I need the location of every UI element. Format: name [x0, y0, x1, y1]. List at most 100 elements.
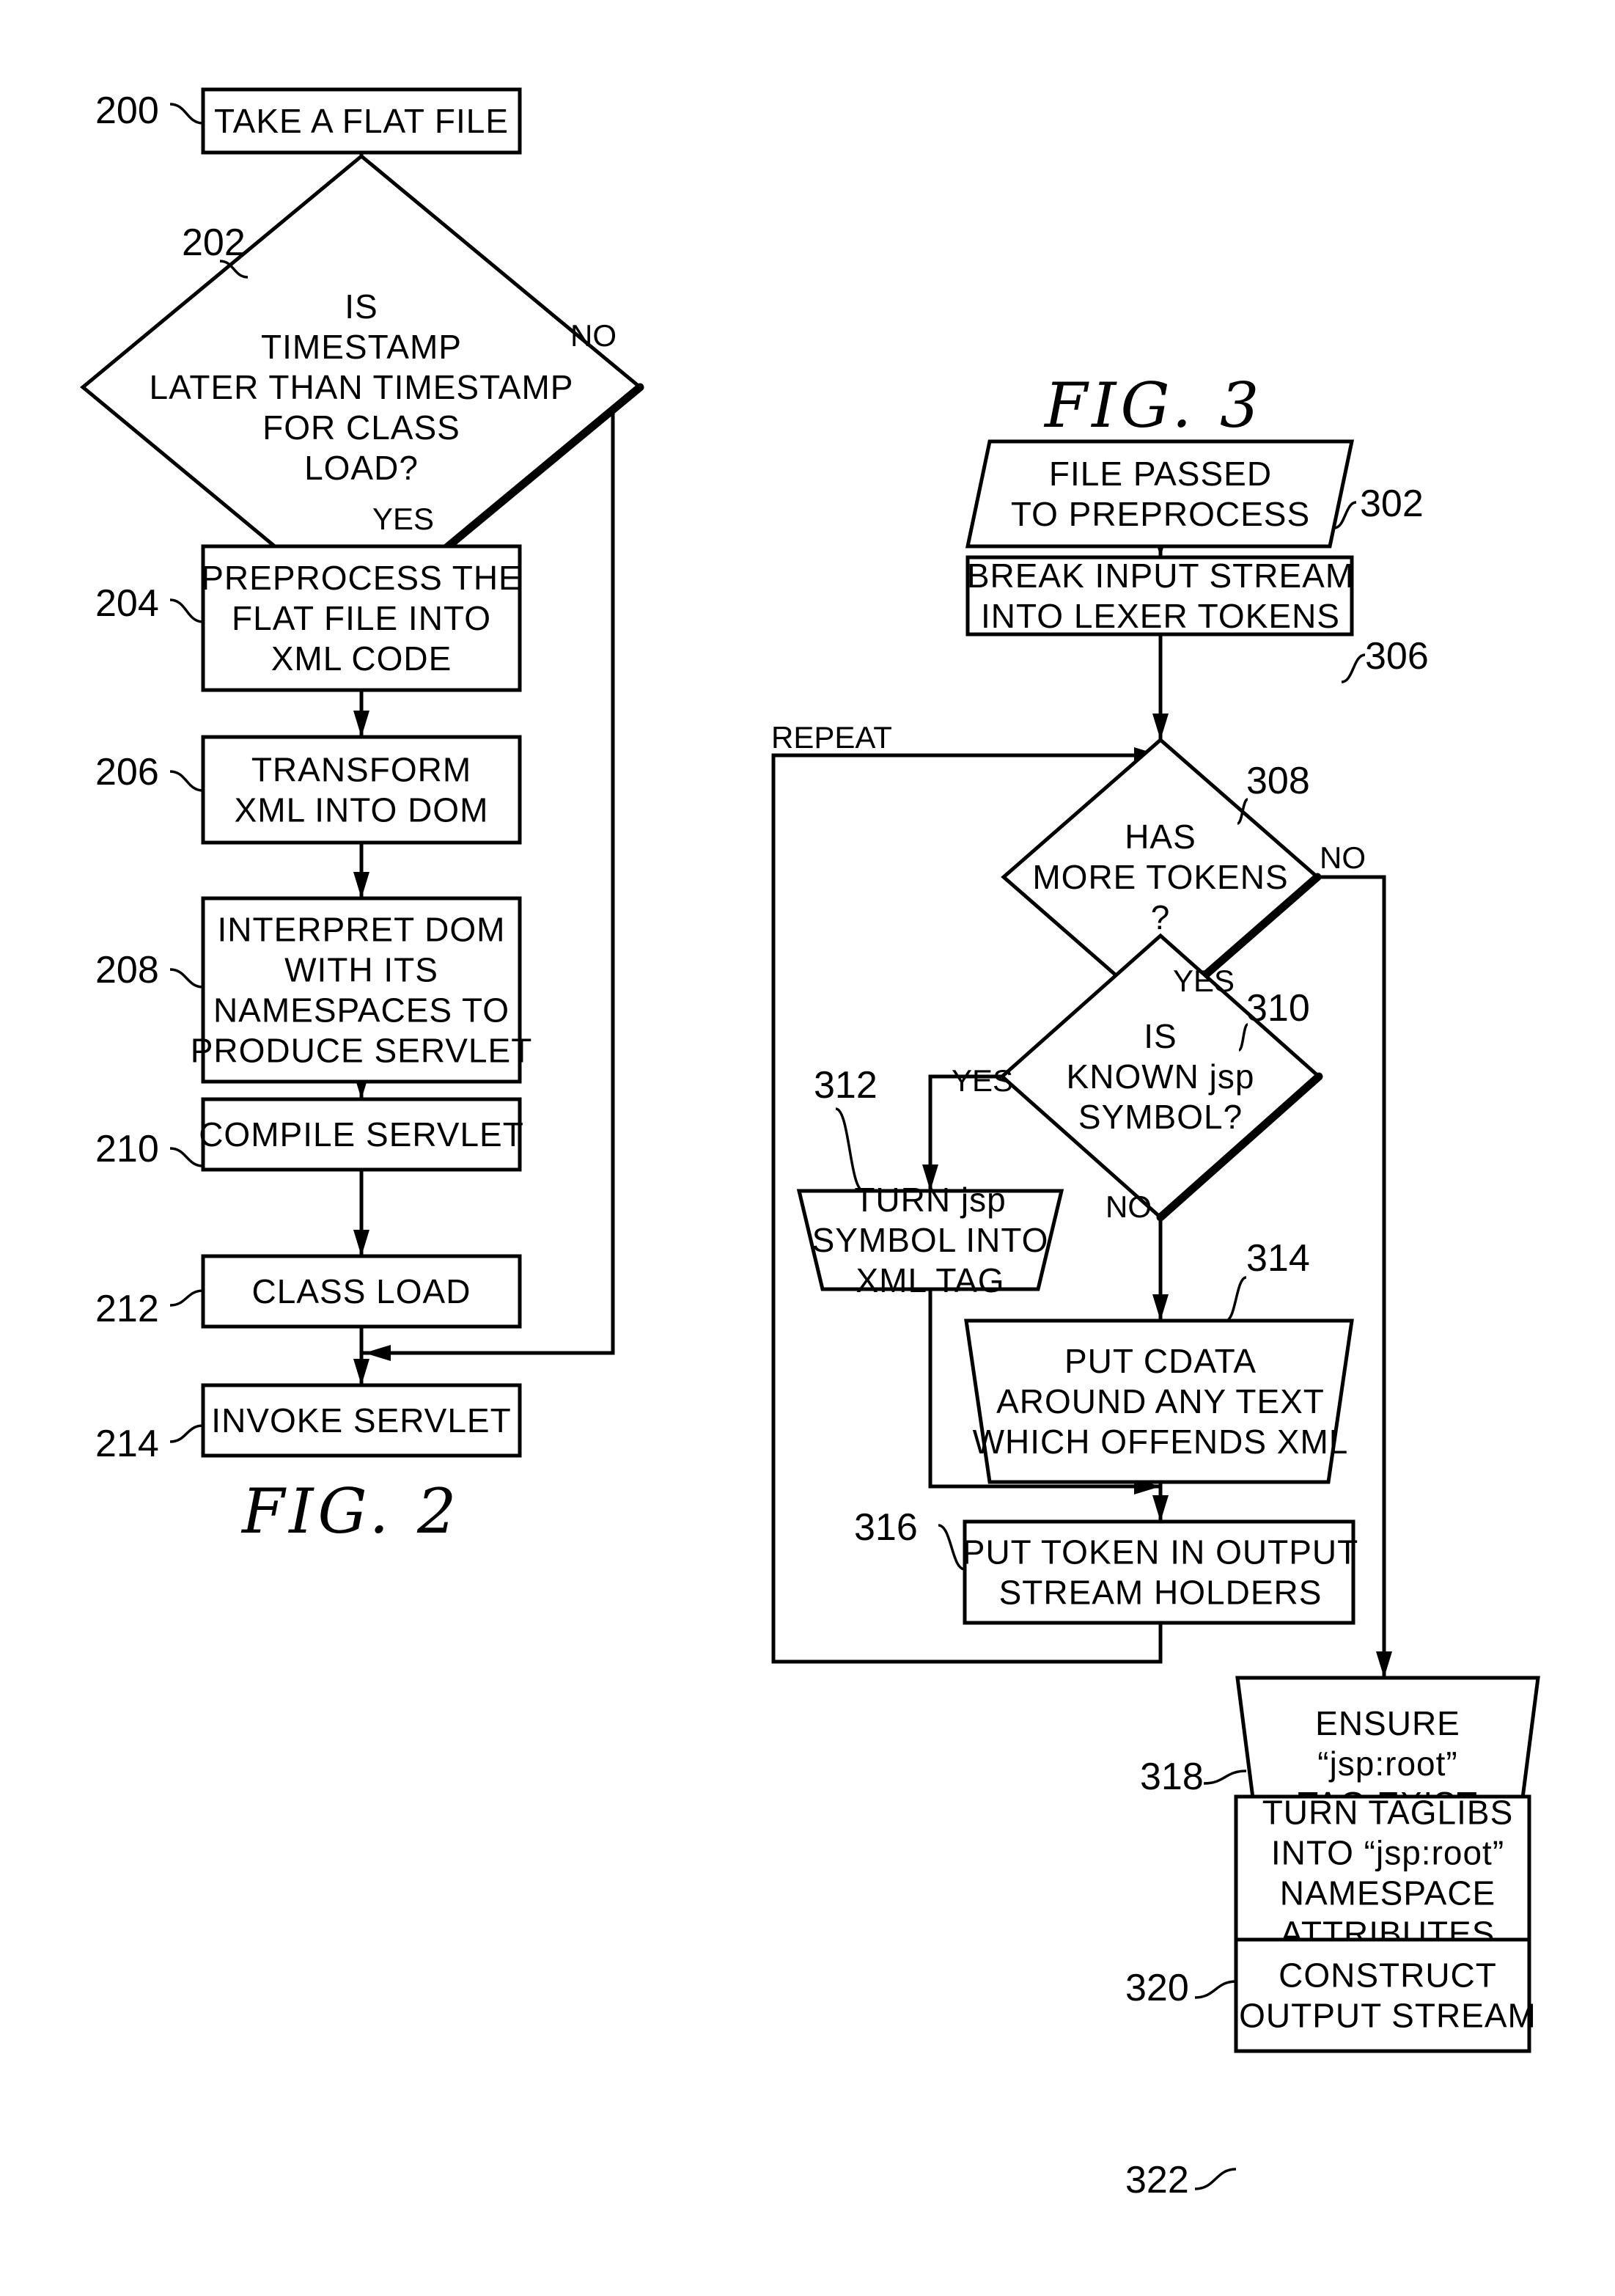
step-text-line: PRODUCE SERVLET: [191, 1032, 533, 1070]
figure-caption: FIG. 3: [1043, 370, 1263, 441]
step-text-line: ENSURE: [1315, 1704, 1460, 1742]
step-text-line: IS: [1144, 1017, 1177, 1055]
step-text-line: “jsp:root”: [1317, 1745, 1457, 1783]
reference-leader-line: [169, 1289, 204, 1307]
reference-leader-line: [169, 1424, 204, 1443]
reference-leader-line: [835, 1107, 864, 1192]
reference-numeral: 306: [1365, 635, 1429, 678]
step-text-line: AROUND ANY TEXT: [996, 1382, 1325, 1420]
step-text-line: INVOKE SERVLET: [211, 1401, 511, 1439]
no-label: NO: [1106, 1189, 1152, 1224]
step-text-line: HAS: [1125, 818, 1196, 856]
step-text-line: SYMBOL?: [1078, 1098, 1243, 1136]
step-text-line: TRANSFORM: [251, 751, 471, 789]
reference-leader-line: [1341, 653, 1366, 683]
step-text-line: STREAM HOLDERS: [999, 1574, 1322, 1612]
step-text-line: INTO LEXER TOKENS: [981, 597, 1340, 635]
reference-leader-line: [169, 968, 204, 989]
arrowhead-icon: [364, 1345, 391, 1361]
reference-numeral: 320: [1125, 1967, 1189, 2009]
step-text-line: XML CODE: [271, 639, 452, 678]
reference-leader-line: [1194, 1980, 1237, 1999]
reference-numeral: 308: [1246, 760, 1310, 802]
reference-numeral: 214: [95, 1423, 159, 1465]
step-text-line: XML TAG: [856, 1261, 1005, 1299]
reference-leader-line: [169, 770, 204, 792]
step-text-line: BREAK INPUT STREAM: [967, 557, 1354, 595]
arrowhead-icon: [353, 1230, 369, 1256]
reference-leader-line: [938, 1524, 965, 1571]
flowchart-step-214: INVOKE SERVLET 214: [95, 1383, 522, 1465]
yes-label: YES: [1173, 964, 1235, 998]
step-text-line: TAKE A FLAT FILE: [214, 102, 509, 140]
step-text-line: TURN TAGLIBS: [1262, 1794, 1514, 1832]
step-text-line: IS: [345, 287, 378, 326]
reference-numeral: 200: [95, 89, 159, 132]
step-text-line: OUTPUT STREAM: [1239, 1997, 1537, 2035]
reference-numeral: 316: [854, 1506, 918, 1549]
step-text-line: FOR CLASS: [262, 408, 460, 447]
reference-numeral: 210: [95, 1128, 159, 1170]
step-text-line: NAMESPACES TO: [213, 991, 509, 1030]
step-text-line: MORE TOKENS: [1032, 858, 1288, 896]
arrowhead-icon: [1152, 714, 1169, 740]
reference-numeral: 204: [95, 582, 159, 625]
flowchart-step-212: CLASS LOAD 212: [95, 1254, 522, 1330]
step-text-line: TO PREPROCESS: [1011, 495, 1310, 533]
step-text-line: INTO “jsp:root”: [1271, 1834, 1504, 1872]
step-text-line: SYMBOL INTO: [812, 1221, 1049, 1259]
reference-leader-line: [169, 598, 204, 623]
yes-label: YES: [372, 502, 434, 536]
step-text-line: COMPILE SERVLET: [199, 1115, 524, 1153]
step-text-line: WHICH OFFENDS XML: [973, 1423, 1349, 1461]
step-text-line: TURN jsp: [854, 1181, 1006, 1219]
reference-numeral: 312: [814, 1064, 878, 1107]
reference-numeral: 314: [1246, 1237, 1310, 1280]
step-text-line: INTERPRET DOM: [218, 911, 506, 949]
arrowhead-icon: [1152, 1294, 1169, 1321]
reference-numeral: 322: [1125, 2159, 1189, 2201]
step-text-line: WITH ITS: [284, 951, 438, 989]
step-text-line: TIMESTAMP: [261, 328, 462, 366]
patent-drawing-sheet: TAKE A FLAT FILE200ISTIMESTAMPLATER THAN…: [80, 87, 1540, 2201]
repeat-label: REPEAT: [771, 720, 892, 755]
arrowhead-icon: [1152, 1495, 1169, 1522]
step-text-line: PREPROCESS THE: [201, 559, 521, 597]
arrowhead-icon: [1376, 1651, 1392, 1678]
reference-numeral: 208: [95, 949, 159, 991]
step-text-line: LOAD?: [304, 449, 419, 487]
no-label: NO: [570, 318, 617, 353]
flowchart-step-206: TRANSFORMXML INTO DOM 206: [95, 735, 522, 845]
reference-leader-line: [1203, 1769, 1247, 1785]
reference-leader-line: [169, 103, 204, 125]
flowchart-step-204: PREPROCESS THEFLAT FILE INTOXML CODE 204: [95, 544, 522, 692]
reference-numeral: 206: [95, 751, 159, 793]
arrowhead-icon: [353, 872, 369, 898]
flowchart-step-310: ISKNOWN jspSYMBOL? 310: [999, 933, 1323, 1222]
arrowhead-icon: [353, 711, 369, 737]
flowchart-step-302: FILE PASSEDTO PREPROCESS 302: [965, 439, 1424, 549]
flowchart-step-200: TAKE A FLAT FILE 200: [95, 87, 522, 155]
step-text-line: CONSTRUCT: [1279, 1956, 1497, 1995]
step-text-line: FLAT FILE INTO: [232, 599, 491, 637]
step-text-line: CLASS LOAD: [252, 1272, 471, 1310]
reference-leader-line: [1194, 2168, 1237, 2190]
step-text-line: LATER THAN TIMESTAMP: [150, 368, 574, 406]
reference-numeral: 212: [95, 1288, 159, 1330]
step-text-line: KNOWN jsp: [1067, 1057, 1255, 1096]
step-text-line: ?: [1151, 898, 1171, 936]
arrowhead-icon: [353, 1359, 369, 1385]
flowchart-step-316: PUT TOKEN IN OUTPUTSTREAM HOLDERS 316: [854, 1506, 1358, 1625]
reference-leader-line: [1225, 1276, 1247, 1322]
reference-numeral: 310: [1246, 987, 1310, 1030]
reference-numeral: 302: [1360, 483, 1424, 525]
flowchart-step-210: COMPILE SERVLET 210: [95, 1097, 524, 1172]
yes-label: YES: [952, 1063, 1013, 1098]
no-label: NO: [1320, 840, 1366, 875]
step-text-line: XML INTO DOM: [235, 791, 489, 829]
figure-caption: FIG. 2: [240, 1475, 460, 1547]
step-text-line: PUT CDATA: [1064, 1342, 1257, 1380]
flowchart-step-208: INTERPRET DOMWITH ITSNAMESPACES TOPRODUC…: [95, 896, 533, 1084]
step-text-line: PUT TOKEN IN OUTPUT: [963, 1533, 1358, 1571]
step-text-line: NAMESPACE: [1280, 1874, 1496, 1912]
